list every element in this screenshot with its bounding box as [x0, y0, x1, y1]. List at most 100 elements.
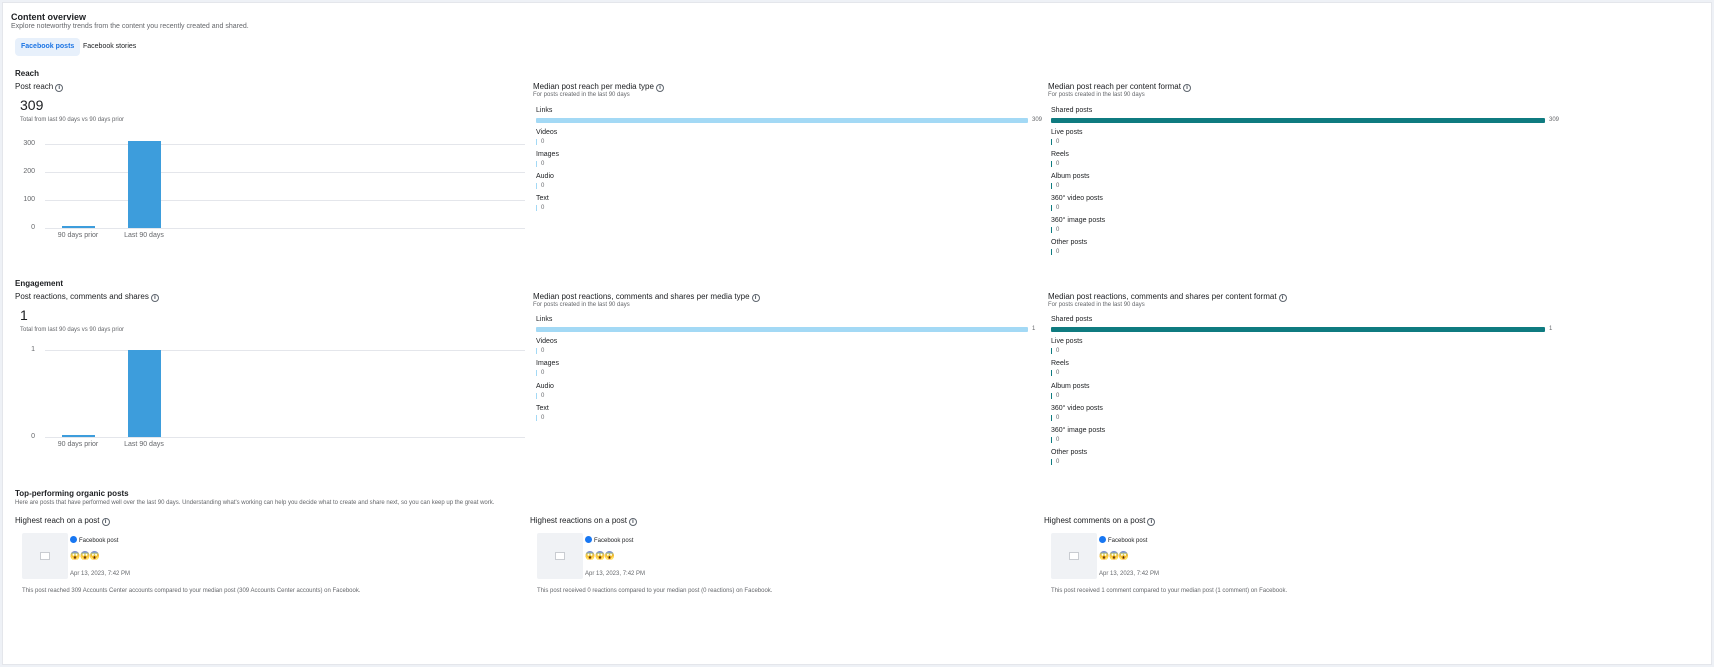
bar-last-90-days[interactable]	[127, 350, 161, 437]
bar-value: 0	[541, 348, 545, 355]
bar-fill[interactable]	[1051, 459, 1052, 466]
post-description: This post received 1 comment compared to…	[1051, 588, 1288, 594]
bar-value: 0	[1056, 227, 1060, 233]
bar-fill[interactable]	[1051, 118, 1545, 123]
bar-label: Shared posts	[1051, 107, 1093, 114]
bar-90-days-prior[interactable]	[61, 226, 95, 228]
bar-value: 0	[1056, 414, 1060, 421]
info-icon[interactable]: i	[751, 294, 760, 302]
engagement-section-title: Engagement	[15, 279, 64, 288]
reach-section-title: Reach	[15, 69, 40, 78]
x-tick-label: Last 90 days	[124, 441, 164, 448]
post-reach-title-text: Post reach	[15, 82, 54, 91]
bar-value: 309	[1032, 117, 1043, 123]
top-posts-subtitle: Here are posts that have performed well …	[15, 500, 495, 506]
post-engagement-total: 1	[20, 307, 28, 323]
bar-value: 0	[1056, 348, 1060, 355]
bar-fill[interactable]	[1051, 370, 1052, 377]
engagement-media-type-title-text: Median post reactions, comments and shar…	[533, 292, 750, 301]
post-engagement-caption: Total from last 90 days vs 90 days prior	[20, 327, 125, 333]
bar-fill[interactable]	[536, 139, 537, 145]
info-icon[interactable]: i	[655, 84, 664, 92]
y-tick-label: 1	[31, 346, 35, 353]
bar-fill[interactable]	[536, 392, 537, 399]
bar-value: 0	[1056, 249, 1060, 255]
bar-fill[interactable]	[1051, 392, 1052, 399]
bar-fill[interactable]	[536, 205, 537, 211]
card-title: Highest reactions on a post i	[530, 516, 637, 526]
bar-fill[interactable]	[1051, 327, 1545, 332]
image-placeholder-icon	[555, 552, 565, 560]
bar-label: Reels	[1051, 360, 1069, 368]
info-icon[interactable]: i	[150, 294, 159, 302]
top-post-card-comments: Highest comments on a post i Facebook pos…	[1044, 516, 1549, 596]
top-post-card-reactions: Highest reactions on a post i Facebook po…	[530, 516, 1035, 596]
bar-fill[interactable]	[1051, 227, 1052, 233]
bar-fill[interactable]	[1051, 437, 1052, 443]
info-icon[interactable]: i	[1182, 84, 1191, 92]
bar-fill[interactable]	[1051, 205, 1052, 211]
engagement-content-format-title-text: Median post reactions, comments and shar…	[1048, 292, 1277, 301]
card-title: Highest reach on a post i	[15, 516, 110, 526]
bar-fill[interactable]	[536, 118, 1028, 123]
bar-fill[interactable]	[536, 370, 537, 377]
bar-label: 360° image posts	[1051, 217, 1106, 224]
bar-label: 360° video posts	[1051, 404, 1103, 412]
page-title: Content overview	[11, 12, 87, 22]
post-thumbnail[interactable]	[1051, 533, 1097, 579]
bar-fill[interactable]	[1051, 183, 1052, 189]
bar-fill[interactable]	[1051, 249, 1052, 255]
post-type: Facebook post	[1099, 536, 1147, 544]
bar-last-90-days[interactable]	[127, 141, 161, 228]
bar-fill[interactable]	[536, 327, 1028, 332]
bar-label: Reels	[1051, 151, 1069, 158]
gridline	[45, 228, 525, 229]
bar-value: 1	[1032, 326, 1036, 332]
post-thumbnail[interactable]	[22, 533, 68, 579]
top-post-card-reach: Highest reach on a post i Facebook post 😱…	[15, 516, 520, 596]
bar-fill[interactable]	[1051, 348, 1052, 355]
bar-label: Text	[536, 404, 549, 412]
card-title-text: Highest reach on a post	[15, 516, 100, 525]
bar-fill[interactable]	[536, 414, 537, 421]
bar-fill[interactable]	[1051, 161, 1052, 167]
bar-fill[interactable]	[536, 161, 537, 167]
engagement-content-format-title: Median post reactions, comments and shar…	[1048, 292, 1287, 302]
info-icon[interactable]: i	[628, 518, 637, 526]
bar-value: 0	[1056, 370, 1060, 377]
tab-facebook-posts[interactable]: Facebook posts	[15, 38, 81, 56]
card-title-text: Highest reactions on a post	[530, 516, 627, 525]
facebook-icon	[585, 536, 592, 543]
facebook-icon	[70, 536, 77, 543]
post-emoji: 😱😱😱	[1099, 551, 1129, 560]
post-description: This post reached 309 Accounts Center ac…	[22, 588, 361, 594]
info-icon[interactable]: i	[1278, 294, 1287, 302]
post-engagement-title: Post reactions, comments and shares i	[15, 292, 159, 302]
bar-fill[interactable]	[1051, 139, 1052, 145]
post-reach-title: Post reach i	[15, 82, 64, 92]
y-tick-label: 0	[31, 433, 35, 440]
info-icon[interactable]: i	[1147, 518, 1156, 526]
bar-fill[interactable]	[1051, 414, 1052, 421]
info-icon[interactable]: i	[55, 84, 64, 92]
bar-90-days-prior[interactable]	[61, 435, 95, 437]
post-date: Apr 13, 2023, 7:42 PM	[70, 571, 131, 577]
reach-media-type-title: Median post reach per media type i	[533, 82, 664, 92]
gridline	[45, 437, 525, 438]
x-tick-label: 90 days prior	[57, 441, 99, 448]
bar-label: Images	[536, 360, 559, 368]
reach-content-format-title-text: Median post reach per content format	[1048, 82, 1181, 91]
bar-value: 0	[541, 183, 545, 189]
image-placeholder-icon	[40, 552, 50, 560]
bar-label: Album posts	[1051, 382, 1090, 390]
info-icon[interactable]: i	[101, 518, 110, 526]
bar-label: Live posts	[1051, 338, 1083, 346]
bar-fill[interactable]	[536, 348, 537, 355]
post-thumbnail[interactable]	[537, 533, 583, 579]
post-reach-total: 309	[20, 97, 44, 113]
bar-fill[interactable]	[536, 183, 537, 189]
bar-label: Images	[536, 151, 559, 158]
bar-label: Videos	[536, 129, 558, 136]
post-type: Facebook post	[585, 536, 633, 544]
tab-facebook-stories[interactable]: Facebook stories	[77, 38, 142, 56]
